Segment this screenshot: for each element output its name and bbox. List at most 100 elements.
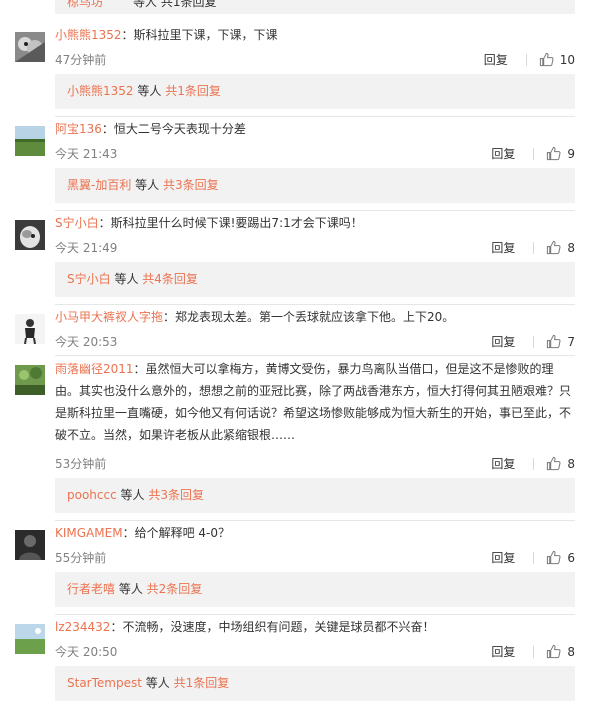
comment-body: ：不流畅，没速度，中场组织有问题，关键是球员都不兴奋！ xyxy=(110,620,435,634)
like-count: 10 xyxy=(559,52,575,67)
view-replies-link[interactable]: 共3条回复 xyxy=(163,178,219,192)
comment-actions: 回复 6 xyxy=(491,549,575,566)
like-count: 8 xyxy=(567,240,575,255)
like-button[interactable]: 9 xyxy=(546,146,575,161)
comment-body: ：郑龙表现太差。第一个丢球就应该拿下他。上下20。 xyxy=(163,310,455,324)
avatar[interactable] xyxy=(15,314,45,344)
reply-button[interactable]: 回复 xyxy=(491,239,515,256)
view-replies-link[interactable]: 共4条回复 xyxy=(142,272,198,286)
comment-username[interactable]: S宁小白 xyxy=(55,216,99,230)
reply-summary-user[interactable]: 小熊熊1352 xyxy=(67,84,134,98)
comment-body: ：斯科拉里什么时候下课!要踢出7:1才会下课吗！ xyxy=(98,216,363,230)
divider xyxy=(55,355,575,356)
comment-text: S宁小白：斯科拉里什么时候下课!要踢出7:1才会下课吗！ xyxy=(55,212,575,234)
reply-summary: poohccc 等人 共3条回复 xyxy=(55,478,575,513)
comment-body: ：斯科拉里下课，下课，下课 xyxy=(121,28,278,42)
reply-summary: 黑翼-加百利 等人 共3条回复 xyxy=(55,168,575,203)
thumbs-up-icon xyxy=(547,456,561,471)
reply-summary-text: 等人 xyxy=(110,272,143,286)
divider xyxy=(525,53,527,66)
reply-button[interactable]: 回复 xyxy=(491,643,515,660)
reply-summary-user[interactable]: 行者老嘻 xyxy=(67,582,115,596)
comment-username[interactable]: 小马甲大裤衩人字拖 xyxy=(55,310,163,324)
comment-text: 雨落幽径2011：虽然恒大可以拿梅方，黄博文受伤，暴力鸟离队当借口，但是这不是惨… xyxy=(55,358,575,446)
reply-button[interactable]: 回复 xyxy=(491,145,515,162)
thumbs-up-icon xyxy=(547,644,561,659)
reply-summary: S宁小白 等人 共4条回复 xyxy=(55,262,575,297)
avatar[interactable] xyxy=(15,220,45,250)
divider xyxy=(533,645,535,658)
reply-summary: 小熊熊1352 等人 共1条回复 xyxy=(55,74,575,109)
like-count: 9 xyxy=(567,146,575,161)
reply-summary-user[interactable]: StarTempest xyxy=(67,676,142,690)
like-button[interactable]: 8 xyxy=(546,456,575,471)
reply-summary-text: 等人 xyxy=(115,582,147,596)
like-count: 7 xyxy=(567,334,575,349)
comment-actions: 回复 9 xyxy=(491,145,575,162)
reply-button[interactable]: 回复 xyxy=(491,333,515,350)
divider xyxy=(55,520,575,521)
thumbs-up-icon xyxy=(539,52,554,67)
reply-button[interactable]: 回复 xyxy=(491,455,515,472)
divider xyxy=(533,457,535,470)
like-button[interactable]: 8 xyxy=(546,644,575,659)
divider xyxy=(55,614,575,615)
comment-username[interactable]: 雨落幽径2011 xyxy=(55,362,134,376)
reply-summary-text: 等人 xyxy=(141,676,174,690)
avatar[interactable] xyxy=(15,530,45,560)
reply-summary: StarTempest 等人 共1条回复 xyxy=(55,666,575,701)
comment-username[interactable]: lz234432 xyxy=(55,620,110,634)
view-replies-link[interactable]: 共1条回复 xyxy=(174,676,230,690)
previous-reply-user[interactable]: 椋鸟坊 xyxy=(67,0,103,10)
reply-summary-user[interactable]: 黑翼-加百利 xyxy=(67,178,131,192)
comment-actions: 回复 7 xyxy=(491,333,575,350)
comment-username[interactable]: KIMGAMEM xyxy=(55,526,123,540)
thumbs-up-icon xyxy=(547,550,561,565)
comment-time: 55分钟前 xyxy=(55,551,107,565)
comment-username[interactable]: 阿宝136 xyxy=(55,122,102,136)
comment-time: 53分钟前 xyxy=(55,457,107,471)
reply-summary-text: 等人 xyxy=(116,488,149,502)
view-replies-link[interactable]: 共3条回复 xyxy=(148,488,204,502)
avatar[interactable] xyxy=(15,126,45,156)
avatar[interactable] xyxy=(15,32,45,62)
thumbs-up-icon xyxy=(547,146,561,161)
divider xyxy=(55,116,575,117)
comment-username[interactable]: 小熊熊1352 xyxy=(55,28,122,42)
comment-time: 今天 20:53 xyxy=(55,335,118,349)
reply-summary-text: 等人 xyxy=(133,84,166,98)
reply-summary-user[interactable]: S宁小白 xyxy=(67,272,111,286)
thumbs-up-icon xyxy=(547,240,561,255)
like-button[interactable]: 6 xyxy=(546,550,575,565)
view-replies-link[interactable]: 共2条回复 xyxy=(147,582,203,596)
comment-body: ：恒大二号今天表现十分差 xyxy=(101,122,246,136)
avatar[interactable] xyxy=(15,624,45,654)
divider xyxy=(55,304,575,305)
reply-button[interactable]: 回复 xyxy=(491,549,515,566)
view-replies-link[interactable]: 共1条回复 xyxy=(165,84,221,98)
reply-summary-text: 等人 xyxy=(131,178,163,192)
divider xyxy=(533,335,535,348)
comment-text: KIMGAMEM：给个解释吧 4-0？ xyxy=(55,522,575,544)
reply-button[interactable]: 回复 xyxy=(484,51,508,68)
like-count: 8 xyxy=(567,644,575,659)
comment-time: 今天 20:50 xyxy=(55,645,118,659)
comment-text: lz234432：不流畅，没速度，中场组织有问题，关键是球员都不兴奋！ xyxy=(55,616,575,638)
comment-text: 小马甲大裤衩人字拖：郑龙表现太差。第一个丢球就应该拿下他。上下20。 xyxy=(55,306,575,328)
like-button[interactable]: 7 xyxy=(546,334,575,349)
reply-summary-user[interactable]: poohccc xyxy=(67,488,117,502)
comment-actions: 回复 8 xyxy=(491,643,575,660)
comment-actions: 回复 8 xyxy=(491,239,575,256)
divider xyxy=(533,241,535,254)
like-button[interactable]: 8 xyxy=(546,240,575,255)
avatar[interactable] xyxy=(15,365,45,395)
comment-time: 今天 21:49 xyxy=(55,241,118,255)
thumbs-up-icon xyxy=(547,334,561,349)
comment-time: 47分钟前 xyxy=(55,53,107,67)
divider xyxy=(55,210,575,211)
like-button[interactable]: 10 xyxy=(539,52,575,67)
comment-body: ：给个解释吧 4-0？ xyxy=(122,526,230,540)
comment-actions: 回复 8 xyxy=(491,455,575,472)
comment-time: 今天 21:43 xyxy=(55,147,118,161)
previous-reply-summary: 等人 共1条回复 xyxy=(133,0,217,9)
